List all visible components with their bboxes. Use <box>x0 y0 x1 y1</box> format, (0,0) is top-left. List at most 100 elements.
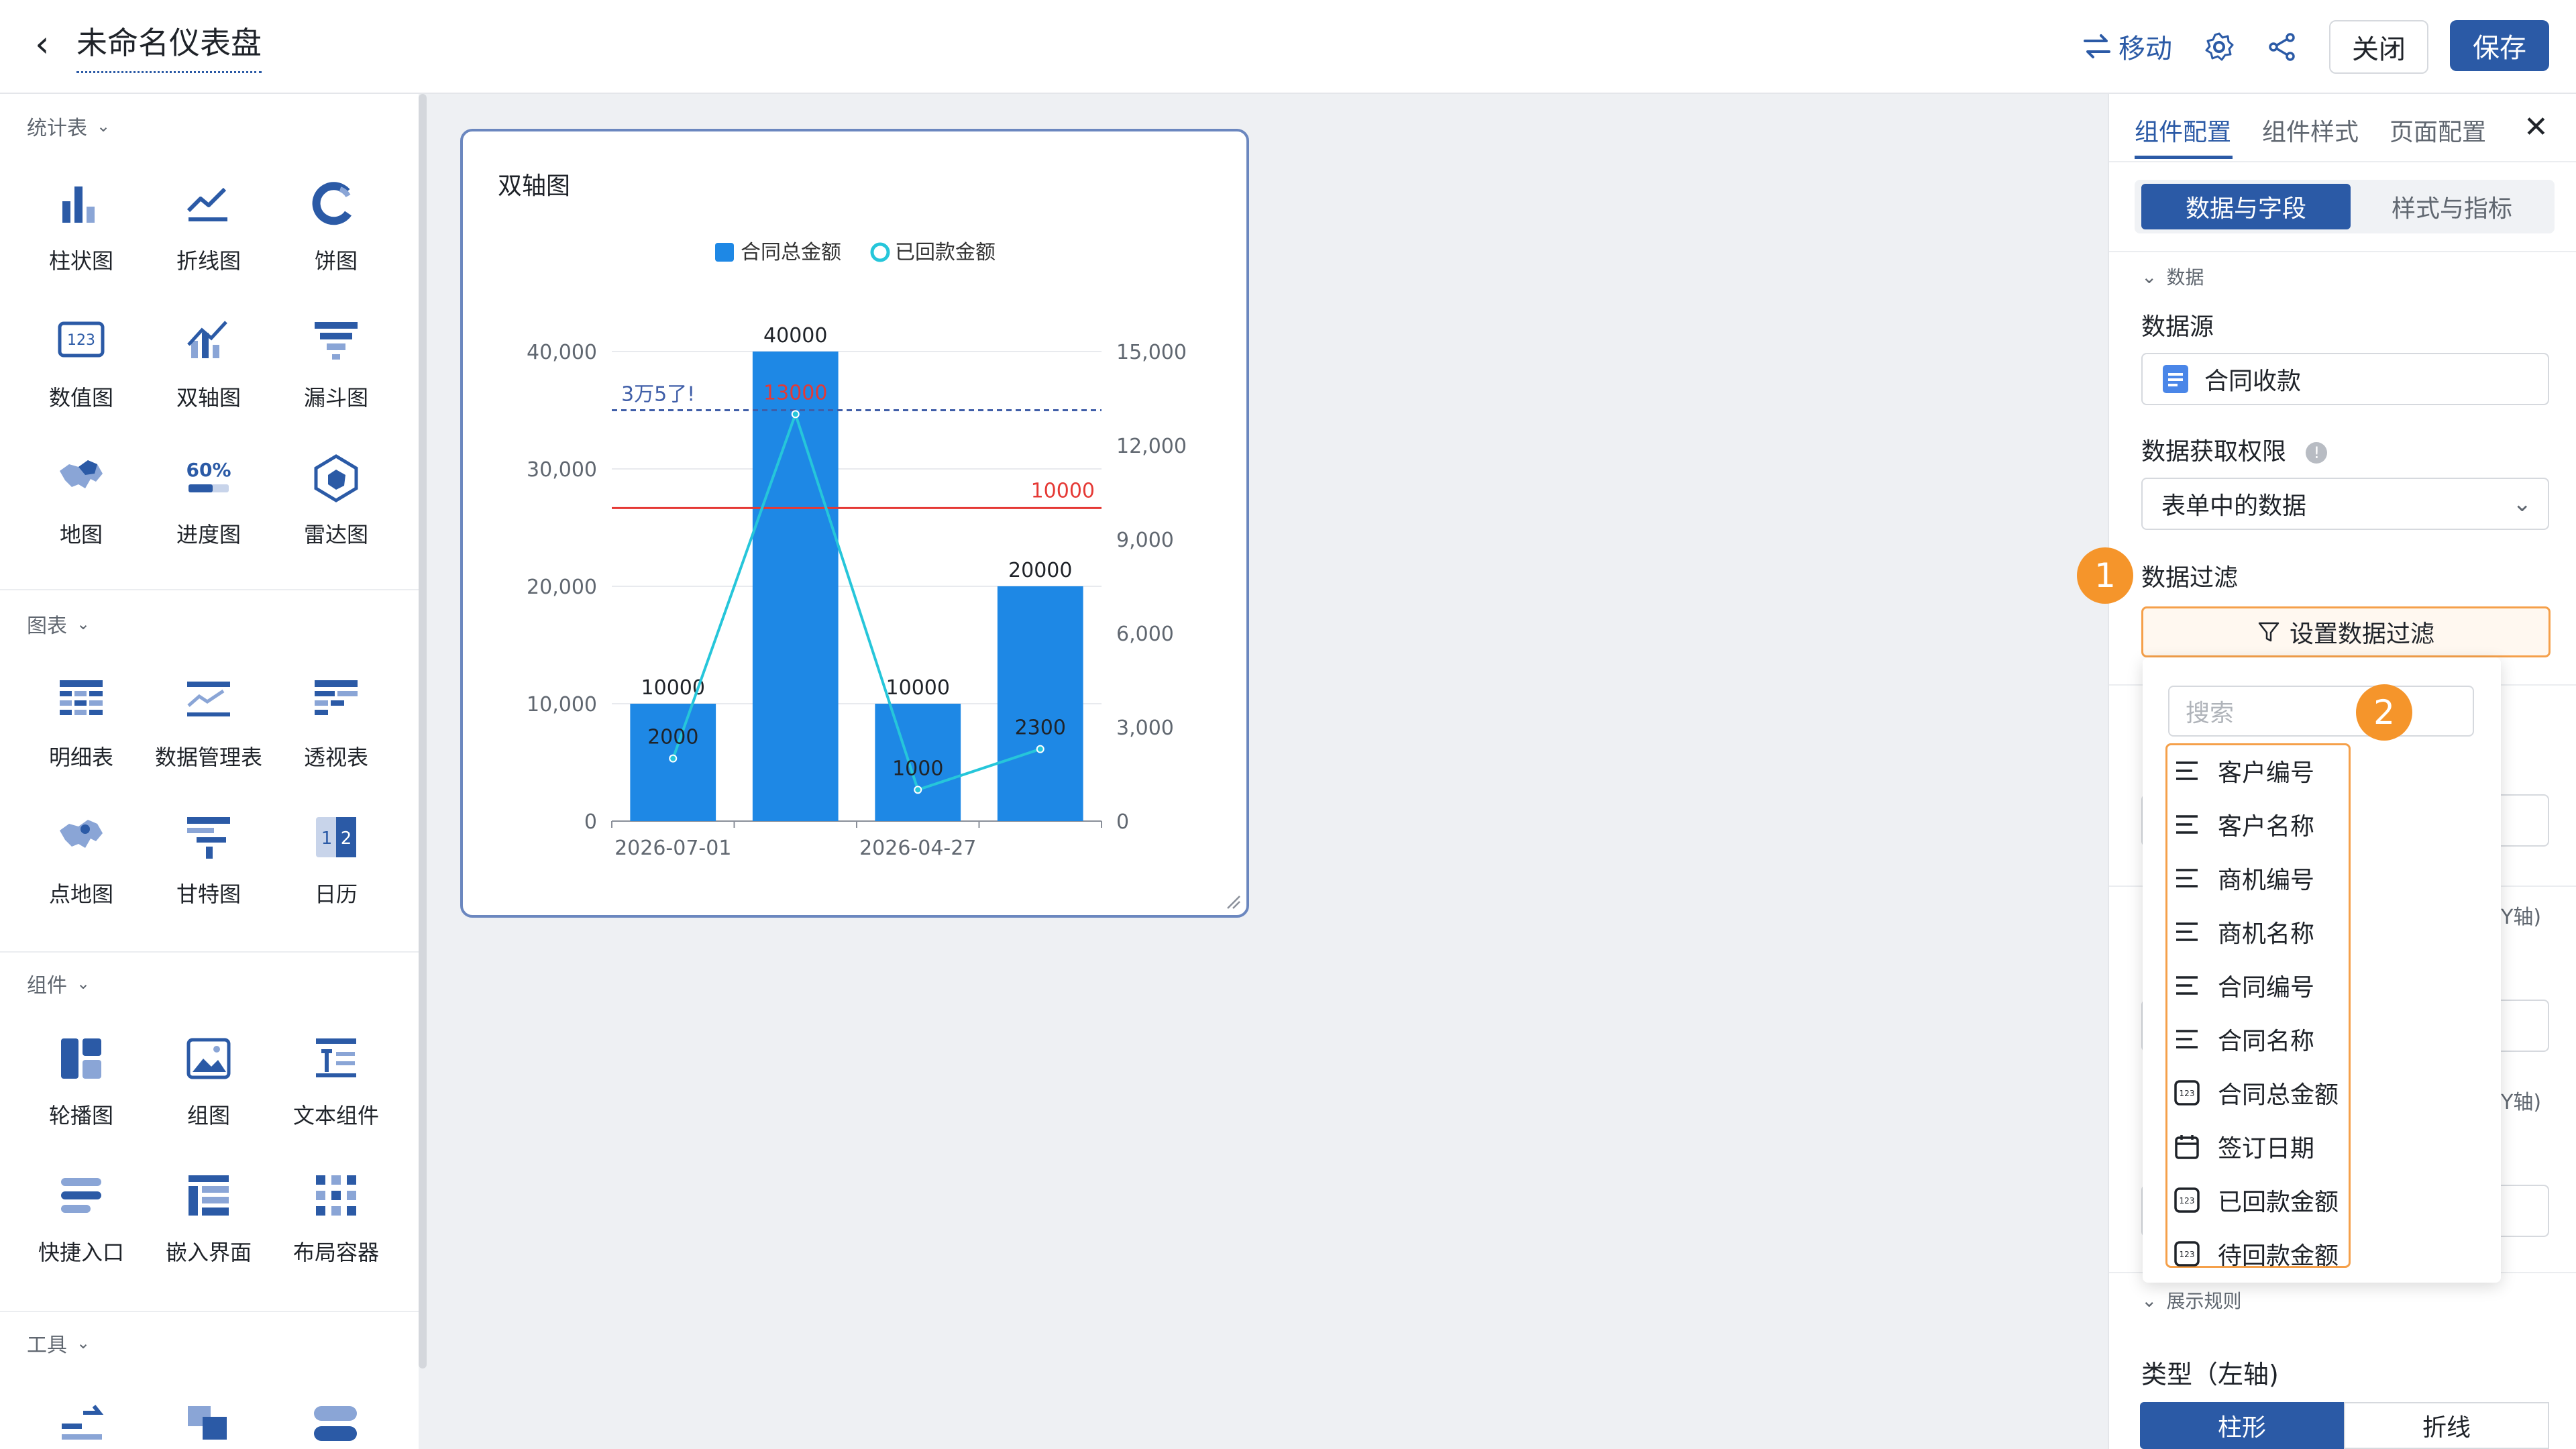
divider <box>0 951 419 953</box>
tool-radar[interactable]: 雷达图 <box>272 441 400 555</box>
tool-detail-table[interactable]: 明细表 <box>17 664 145 778</box>
close-icon[interactable]: ✕ <box>2524 110 2548 144</box>
tool-pie-chart[interactable]: 饼图 <box>272 168 400 282</box>
tool-icon-partial[interactable] <box>309 1397 362 1449</box>
tool-label: 漏斗图 <box>303 385 368 411</box>
tool-label: 组图 <box>186 1103 230 1128</box>
tool-funnel[interactable]: 漏斗图 <box>272 305 400 419</box>
field-option[interactable]: 客户编号 <box>2174 747 2375 794</box>
tool-icon-partial[interactable] <box>182 1397 236 1449</box>
field-option[interactable]: 123 待回款金额 <box>2174 1230 2375 1277</box>
section-tools-header[interactable]: 工具 ⌄ <box>27 1328 90 1358</box>
close-button[interactable]: 关闭 <box>2329 20 2428 74</box>
svg-text:123: 123 <box>2180 1089 2195 1098</box>
group-display-header[interactable]: ⌄ 展示规则 <box>2141 1287 2241 1313</box>
settings-button[interactable] <box>2202 30 2237 64</box>
tool-point-map[interactable]: 点地图 <box>17 801 145 915</box>
tool-embed[interactable]: 嵌入界面 <box>145 1159 272 1273</box>
left-panel-scrollbar[interactable] <box>419 94 427 1368</box>
resize-handle-icon[interactable] <box>1224 892 1241 910</box>
info-icon[interactable]: ! <box>2306 442 2328 464</box>
tool-text[interactable]: 文本组件 <box>272 1022 400 1136</box>
tool-bar-chart[interactable]: 柱状图 <box>17 168 145 282</box>
chart-type-segment: 柱形 折线 <box>2140 1402 2551 1449</box>
reference-line-label: 3万5了! <box>621 383 695 407</box>
tool-dual-axis[interactable]: 双轴图 <box>145 305 272 419</box>
tool-data-table[interactable]: 数据管理表 <box>145 664 272 778</box>
bar-chart-icon <box>62 186 95 223</box>
tool-shortcut[interactable]: 快捷入口 <box>17 1159 145 1273</box>
number-field-icon: 123 <box>2174 1241 2200 1267</box>
line-chart-icon <box>186 187 227 221</box>
section-stats-header[interactable]: 统计表 ⌄ <box>27 111 110 141</box>
text-field-icon <box>2176 869 2198 888</box>
field-option[interactable]: 客户名称 <box>2174 801 2375 848</box>
bar-value-label: 10000 <box>886 676 950 700</box>
segment-data-fields[interactable]: 数据与字段 <box>2141 184 2351 229</box>
tab-component-style[interactable]: 组件样式 <box>2262 113 2359 148</box>
image-group-icon <box>186 1038 231 1079</box>
filter-label: 数据过滤 <box>2141 564 2239 592</box>
y-left-tick-label: 30,000 <box>527 458 597 482</box>
type-line-option[interactable]: 折线 <box>2344 1402 2549 1449</box>
field-option[interactable]: 商机编号 <box>2174 855 2375 902</box>
field-search-input[interactable]: 搜索 <box>2168 686 2474 737</box>
text-field-icon <box>2176 815 2198 834</box>
axis-hint-label: Y轴) <box>2501 906 2542 929</box>
svg-text:123: 123 <box>2180 1196 2195 1205</box>
field-option[interactable]: 商机名称 <box>2174 908 2375 955</box>
tool-image-group[interactable]: 组图 <box>145 1022 272 1136</box>
datasource-label: 数据源 <box>2141 313 2214 341</box>
field-option[interactable]: 123 已回款金额 <box>2174 1177 2375 1224</box>
datasource-select[interactable]: 合同收款 <box>2141 353 2549 405</box>
field-option-label: 已回款金额 <box>2218 1189 2339 1216</box>
text-field-icon <box>2176 1030 2198 1049</box>
field-option[interactable]: 合同编号 <box>2174 962 2375 1009</box>
tool-label: 点地图 <box>48 881 113 907</box>
tool-progress[interactable]: 60% 进度图 <box>145 441 272 555</box>
point-map-icon <box>60 820 103 848</box>
section-components-header[interactable]: 组件 ⌄ <box>27 969 90 998</box>
segment-style-metrics[interactable]: 样式与指标 <box>2353 184 2551 229</box>
y-right-tick-label: 12,000 <box>1116 435 1187 458</box>
page-title[interactable]: 未命名仪表盘 <box>76 19 262 73</box>
legend-marker-bar <box>715 243 734 262</box>
tool-icon-partial[interactable] <box>56 1397 110 1449</box>
tool-gantt[interactable]: 甘特图 <box>145 801 272 915</box>
move-button[interactable]: 移动 <box>2082 25 2172 67</box>
tool-map[interactable]: 地图 <box>17 441 145 555</box>
divider <box>0 1311 419 1312</box>
back-chevron-icon[interactable]: ‹ <box>35 24 75 64</box>
tab-page-config[interactable]: 页面配置 <box>2390 113 2486 148</box>
component-library-panel: 统计表 ⌄ 柱状图 折线图 饼图 123 数值图 双轴图 漏斗图 地图 60% … <box>0 94 419 1449</box>
tool-number[interactable]: 123 数值图 <box>17 305 145 419</box>
group-data-header[interactable]: ⌄ 数据 <box>2141 263 2204 290</box>
field-option[interactable]: 123 合同总金额 <box>2174 1069 2375 1116</box>
tool-pivot-table[interactable]: 透视表 <box>272 664 400 778</box>
embed-icon <box>189 1175 229 1216</box>
field-option[interactable]: 合同名称 <box>2174 1016 2375 1063</box>
save-button[interactable]: 保存 <box>2450 20 2549 71</box>
tool-label: 双轴图 <box>176 385 241 411</box>
chart-widget-card[interactable]: 双轴图 合同总金额 已回款金额 0 10,000 20,000 30,000 40,000 0… <box>460 129 1249 918</box>
tool-label: 快捷入口 <box>38 1240 124 1265</box>
datasource-value: 合同收款 <box>2204 368 2302 395</box>
tool-line-chart[interactable]: 折线图 <box>145 168 272 282</box>
field-option[interactable]: 签订日期 <box>2174 1123 2375 1170</box>
set-filter-button[interactable]: 设置数据过滤 <box>2141 606 2551 657</box>
tool-label: 数据管理表 <box>154 745 262 770</box>
carousel-icon <box>61 1038 101 1079</box>
tool-layout[interactable]: 布局容器 <box>272 1159 400 1273</box>
tool-label: 布局容器 <box>292 1240 379 1265</box>
detail-table-icon <box>60 680 103 715</box>
tool-calendar[interactable]: 12 日历 <box>272 801 400 915</box>
reference-line-label: 10000 <box>1031 479 1095 502</box>
tab-component-config[interactable]: 组件配置 <box>2135 113 2231 148</box>
tool-carousel[interactable]: 轮播图 <box>17 1022 145 1136</box>
y-left-tick-label: 40,000 <box>527 341 597 364</box>
share-button[interactable] <box>2265 30 2300 64</box>
legend-label: 合同总金额 <box>741 241 841 264</box>
type-bar-option[interactable]: 柱形 <box>2140 1402 2344 1449</box>
permission-select[interactable]: 表单中的数据 ⌄ <box>2141 478 2549 530</box>
section-charts-header[interactable]: 图表 ⌄ <box>27 609 90 639</box>
